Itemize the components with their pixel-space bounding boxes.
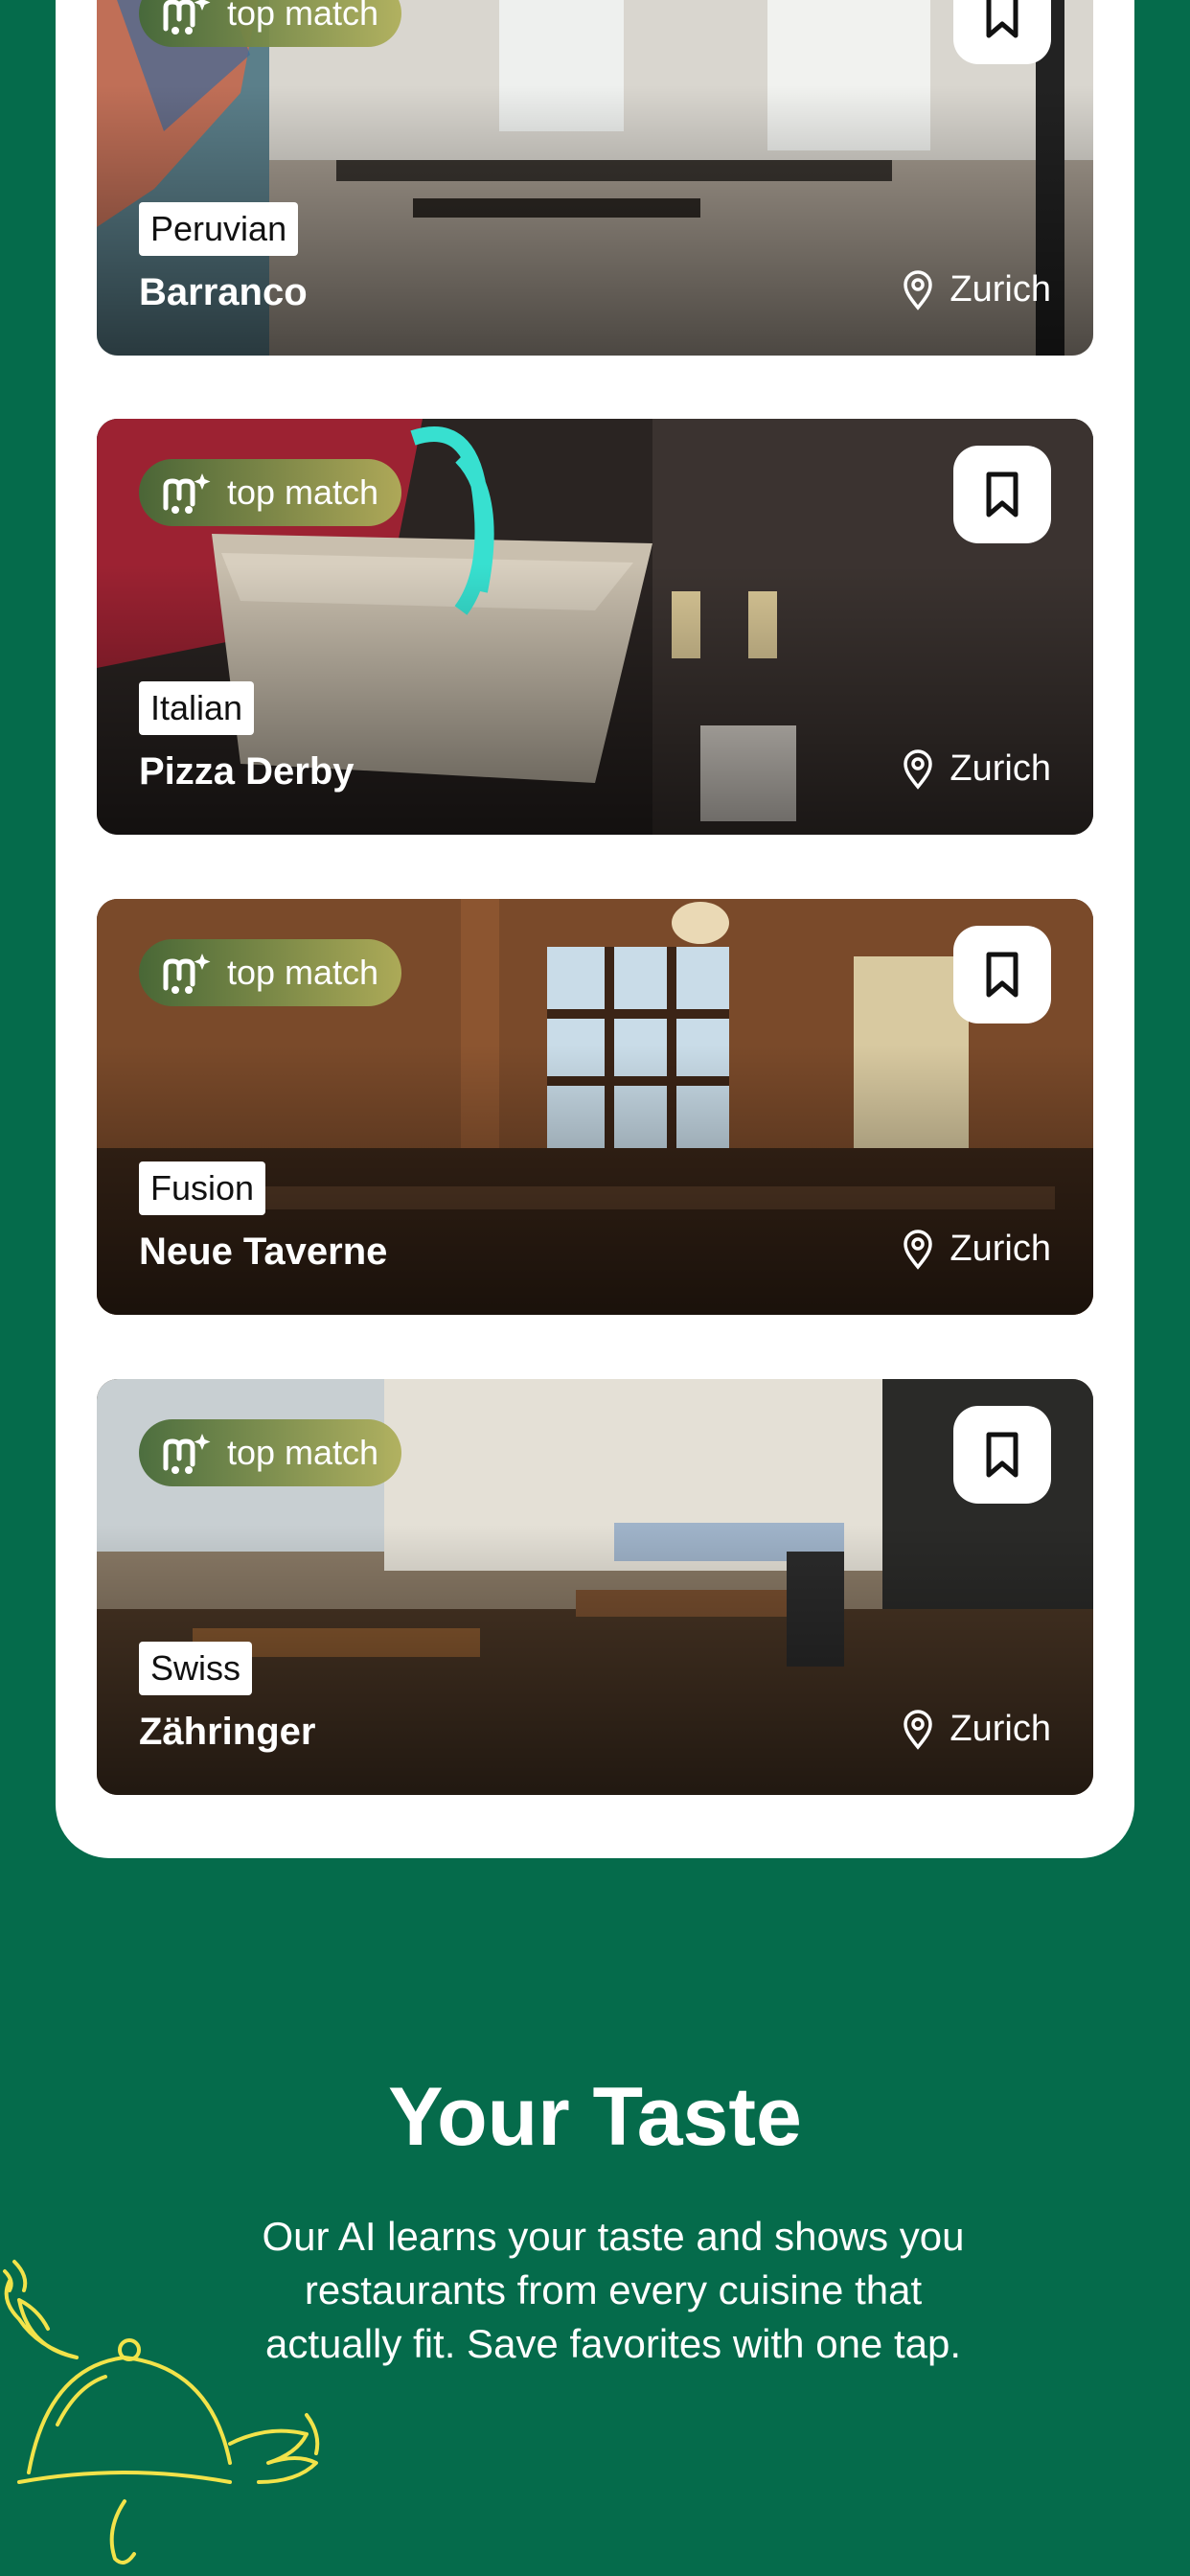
sparkle-logo-icon [163, 1434, 211, 1474]
location: Zurich [902, 1709, 1051, 1750]
location-pin-icon [904, 269, 933, 310]
location-label: Zurich [950, 1229, 1051, 1269]
restaurant-name: Neue Taverne [139, 1230, 388, 1273]
location-pin-icon [904, 1709, 933, 1750]
bookmark-button[interactable] [953, 0, 1051, 64]
bookmark-button[interactable] [953, 926, 1051, 1024]
location: Zurich [902, 269, 1051, 310]
restaurant-name: Pizza Derby [139, 750, 355, 793]
location-pin-icon [904, 748, 933, 790]
winged-cloche-icon [3, 2260, 320, 2564]
top-match-label: top match [227, 472, 379, 512]
top-match-badge: top match [139, 0, 402, 47]
restaurant-card-barranco[interactable]: top match Peruvian Barranco Zurich [97, 0, 1093, 356]
cuisine-tag: Fusion [139, 1162, 266, 1215]
location-pin-icon [904, 1229, 933, 1270]
top-match-badge: top match [139, 459, 402, 526]
bookmark-icon [986, 0, 1018, 38]
restaurant-card-neue-taverne[interactable]: top match Fusion Neue Taverne Zurich [97, 899, 1093, 1315]
location-label: Zurich [950, 1709, 1051, 1749]
top-match-label: top match [227, 0, 379, 33]
location-label: Zurich [950, 748, 1051, 789]
restaurant-name: Barranco [139, 271, 308, 313]
bookmark-icon [986, 472, 1018, 518]
cuisine-tag: Italian [139, 681, 255, 735]
restaurant-name: Zähringer [139, 1711, 316, 1753]
top-match-badge: top match [139, 939, 402, 1006]
bookmark-button[interactable] [953, 446, 1051, 543]
top-match-label: top match [227, 1433, 379, 1472]
top-match-label: top match [227, 953, 379, 992]
sparkle-logo-icon [163, 0, 211, 34]
location: Zurich [902, 1229, 1051, 1270]
bookmark-icon [986, 1432, 1018, 1478]
top-match-badge: top match [139, 1419, 402, 1486]
bookmark-icon [986, 952, 1018, 998]
feature-description: Our AI learns your taste and shows you r… [262, 2214, 965, 2366]
feature-title: Your Taste [388, 2071, 802, 2163]
restaurant-card-pizza-derby[interactable]: top match Italian Pizza Derby Zurich [97, 419, 1093, 835]
sparkle-logo-icon [163, 473, 211, 514]
restaurant-card-zaehringer[interactable]: top match Swiss Zähringer Zurich [97, 1379, 1093, 1795]
sparkle-logo-icon [163, 954, 211, 994]
location: Zurich [902, 748, 1051, 790]
cuisine-tag: Swiss [139, 1642, 253, 1695]
location-label: Zurich [950, 269, 1051, 310]
cuisine-tag: Peruvian [139, 202, 299, 256]
bookmark-button[interactable] [953, 1406, 1051, 1504]
